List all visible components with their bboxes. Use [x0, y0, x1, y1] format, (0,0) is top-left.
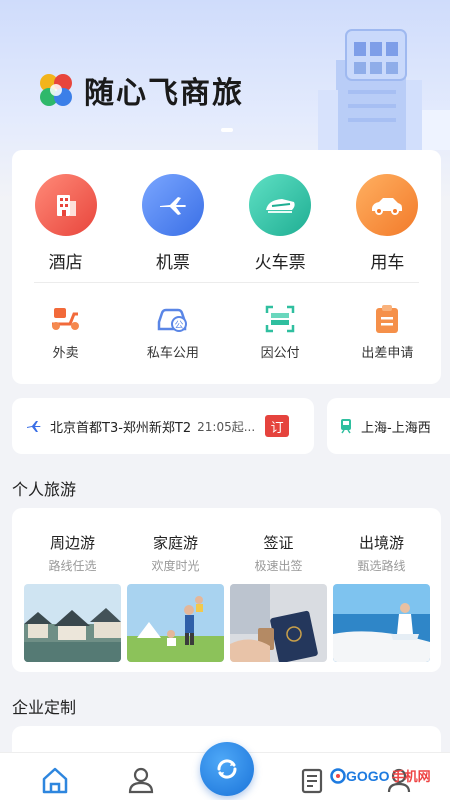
- service-label: 外卖: [52, 346, 79, 361]
- section-title-enterprise: 企业定制: [12, 698, 77, 717]
- travel-photo: [333, 584, 430, 662]
- main-services: 酒店 机票 火车票 用车: [12, 174, 441, 273]
- home-icon[interactable]: [40, 765, 70, 795]
- center-action-button[interactable]: [200, 742, 254, 796]
- car-icon: [356, 174, 419, 236]
- flight-icon: [27, 421, 41, 432]
- watermark: GOGO 手机网: [330, 766, 431, 785]
- secondary-services: 外卖 公 私车公用 因公付 出差申请: [12, 304, 441, 361]
- service-label: 机票: [155, 253, 190, 273]
- building-illustration: [318, 29, 422, 150]
- travel-photo: [24, 584, 121, 662]
- travel-photo: [127, 584, 224, 662]
- carousel-indicator[interactable]: [221, 128, 233, 132]
- trip-time: 21:05起...: [197, 419, 256, 434]
- watermark-suffix: 手机网: [391, 769, 431, 784]
- logo-icon: [40, 74, 72, 106]
- trip-route: 北京首都T3-郑州新郑T2: [50, 420, 192, 436]
- travel-photo: [230, 584, 327, 662]
- travel-subtitle: 甄选路线: [357, 559, 406, 573]
- service-train[interactable]: 火车票: [227, 174, 334, 273]
- travel-subtitle: 欢度时光: [151, 559, 200, 573]
- center-action-icon: [217, 759, 237, 779]
- service-label: 酒店: [48, 253, 83, 273]
- travel-visa[interactable]: 签证 极速出签: [230, 508, 327, 662]
- travel-title: 签证: [263, 534, 294, 552]
- scooter-icon: [51, 308, 79, 330]
- orders-icon[interactable]: [298, 765, 328, 795]
- private-car-icon: 公: [157, 308, 187, 332]
- service-business-pay[interactable]: 因公付: [227, 304, 334, 361]
- watermark-text: GOGO: [346, 767, 390, 784]
- clipboard-icon: [376, 305, 399, 333]
- trip-card-flight[interactable]: 北京首都T3-郑州新郑T2 21:05起... 订: [12, 398, 314, 454]
- service-private-car[interactable]: 公 私车公用: [119, 304, 226, 361]
- service-takeout[interactable]: 外卖: [12, 304, 119, 361]
- user-icon[interactable]: [126, 765, 156, 795]
- train-icon: [341, 419, 351, 434]
- trip-route: 上海-上海西: [361, 420, 431, 436]
- travel-subtitle: 路线任选: [48, 559, 97, 573]
- travel-outbound[interactable]: 出境游 甄选路线: [333, 508, 430, 662]
- service-flight[interactable]: 机票: [119, 174, 226, 273]
- book-badge[interactable]: 订: [265, 415, 290, 437]
- travel-title: 家庭游: [152, 534, 198, 552]
- services-card: 酒店 机票 火车票 用车 外卖 公 私车公用 因公付 出差申请: [12, 150, 441, 384]
- scan-pay-icon: [265, 305, 295, 333]
- travel-title: 出境游: [358, 534, 404, 552]
- service-car[interactable]: 用车: [334, 174, 441, 273]
- airplane-icon: [141, 174, 204, 236]
- section-title-personal-travel: 个人旅游: [12, 480, 77, 499]
- service-label: 火车票: [254, 253, 306, 273]
- travel-nearby[interactable]: 周边游 路线任选: [24, 508, 121, 662]
- brand: 随心飞商旅: [36, 68, 244, 112]
- service-label: 因公付: [260, 346, 300, 361]
- travel-subtitle: 极速出签: [254, 559, 303, 573]
- train-icon: [249, 174, 312, 236]
- watermark-logo-icon: [330, 767, 346, 784]
- service-label: 私车公用: [146, 346, 199, 361]
- service-hotel[interactable]: 酒店: [12, 174, 119, 273]
- service-label: 用车: [370, 253, 405, 273]
- service-trip-application[interactable]: 出差申请: [334, 304, 441, 361]
- personal-travel-card: 周边游 路线任选 家庭游 欢度时光 签证 极速出签 出境游 甄选路线: [12, 508, 441, 672]
- hotel-icon: [34, 174, 97, 236]
- travel-title: 周边游: [49, 534, 95, 552]
- divider: [34, 282, 419, 283]
- svg-text:公: 公: [174, 320, 183, 331]
- app-title: 随心飞商旅: [84, 77, 244, 110]
- travel-family[interactable]: 家庭游 欢度时光: [127, 508, 224, 662]
- service-label: 出差申请: [361, 346, 414, 361]
- trip-card-train[interactable]: 上海-上海西: [327, 398, 450, 454]
